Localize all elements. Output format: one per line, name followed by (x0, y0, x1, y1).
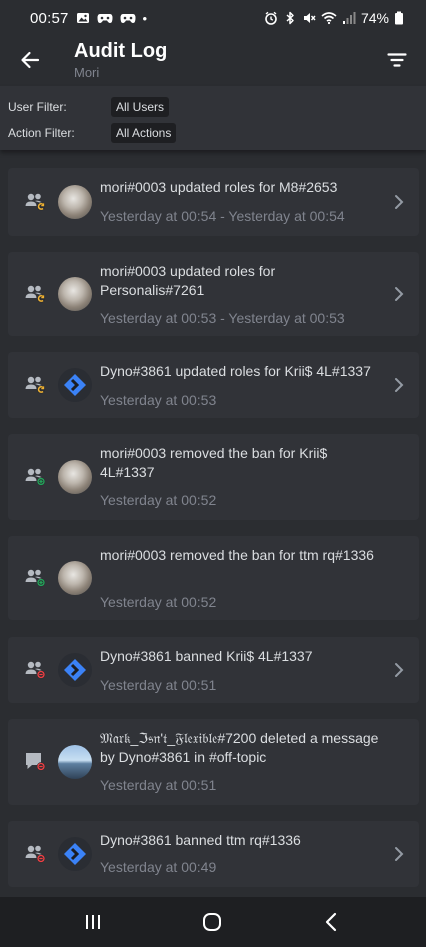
audit-log-entry[interactable]: Dyno#3861 banned ttm rq#1336 Yesterday a… (8, 821, 419, 887)
action-filter-label: Action Filter: (8, 126, 75, 140)
entry-description: Dyno#3861 banned ttm rq#1336 (100, 832, 301, 848)
status-bar: 00:57 • 74% (0, 0, 426, 36)
recent-apps-icon (86, 915, 100, 929)
role-update-icon (25, 285, 46, 303)
entry-description: mori#0003 removed the ban for ttm rq#133… (100, 547, 374, 563)
gallery-icon (76, 13, 89, 23)
status-dot: • (142, 10, 148, 26)
entry-timestamp: Yesterday at 00:54 - Yesterday at 00:54 (100, 208, 345, 224)
avatar (58, 185, 92, 219)
status-left: 00:57 • (30, 10, 147, 27)
wifi-icon (321, 12, 337, 25)
audit-log-entry: mori#0003 removed the ban for ttm rq#133… (8, 536, 419, 620)
entry-description: Dyno#3861 updated roles for Krii$ 4L#133… (100, 363, 371, 379)
avatar (58, 368, 92, 402)
action-filter-select[interactable]: All Actions (111, 123, 177, 143)
signal-icon (342, 12, 356, 24)
role-update-icon (25, 193, 46, 211)
avatar (58, 653, 92, 687)
entry-timestamp: Yesterday at 00:49 (100, 859, 217, 875)
entry-description: mori#0003 updated roles for Personalis#7… (100, 263, 276, 298)
entry-timestamp: Yesterday at 00:51 (100, 777, 217, 793)
bluetooth-icon (286, 11, 294, 25)
ban-icon (25, 845, 46, 863)
chevron-right-icon (395, 195, 404, 209)
recent-apps-button[interactable] (80, 909, 106, 935)
avatar (58, 561, 92, 595)
dyno-logo-icon (64, 374, 86, 396)
home-button[interactable] (199, 909, 225, 935)
message-delete-icon (26, 753, 46, 771)
audit-log-entry[interactable]: mori#0003 updated roles for M8#2653 Yest… (8, 168, 419, 236)
status-right: 74% (264, 10, 404, 26)
title-block: Audit Log Mori (74, 40, 167, 80)
ban-icon (25, 661, 46, 679)
battery-icon (395, 11, 403, 25)
entry-description: Dyno#3861 banned Krii$ 4L#1337 (100, 648, 313, 664)
alarm-icon (265, 11, 277, 25)
page-subtitle: Mori (74, 65, 100, 80)
entry-description: mori#0003 removed the ban for Krii$ 4L#1… (100, 445, 328, 480)
app-bar: Audit Log Mori (0, 36, 426, 86)
mute-icon (303, 13, 316, 23)
entry-description: 𝔐𝔞𝔯𝔨_ℑ𝔰𝔫'𝔱_𝔉𝔩𝔢𝔵𝔦𝔟𝔩𝔢#7200 deleted a messa… (100, 730, 379, 765)
unban-icon (25, 468, 46, 486)
entry-timestamp: Yesterday at 00:53 (100, 392, 217, 408)
user-filter-row: User Filter: All Users (8, 96, 170, 118)
chevron-right-icon (395, 663, 404, 677)
entry-timestamp: Yesterday at 00:52 (100, 492, 217, 508)
audit-log-entry[interactable]: Dyno#3861 banned Krii$ 4L#1337 Yesterday… (8, 637, 419, 703)
chevron-right-icon (395, 847, 404, 861)
chevron-right-icon (395, 287, 404, 301)
system-nav-bar (0, 897, 426, 947)
avatar (58, 460, 92, 494)
filters-panel: User Filter: All Users Action Filter: Al… (0, 86, 426, 150)
filter-icon (387, 53, 407, 67)
audit-log-entry[interactable]: mori#0003 updated roles for Personalis#7… (8, 252, 419, 336)
back-nav-button[interactable] (318, 909, 344, 935)
battery-percent: 74% (360, 10, 389, 26)
arrow-left-icon (21, 51, 40, 69)
audit-log-entry: 𝔐𝔞𝔯𝔨_ℑ𝔰𝔫'𝔱_𝔉𝔩𝔢𝔵𝔦𝔟𝔩𝔢#7200 deleted a messa… (8, 719, 419, 805)
entry-timestamp: Yesterday at 00:52 (100, 594, 217, 610)
back-button[interactable] (14, 44, 46, 76)
game-controller-icon (97, 14, 113, 23)
chevron-right-icon (395, 378, 404, 392)
chevron-left-icon (325, 912, 337, 932)
entry-timestamp: Yesterday at 00:53 - Yesterday at 00:53 (100, 310, 345, 326)
unban-icon (25, 569, 46, 587)
dyno-logo-icon (64, 659, 86, 681)
audit-log-entry: mori#0003 removed the ban for Krii$ 4L#1… (8, 434, 419, 520)
entry-timestamp: Yesterday at 00:51 (100, 677, 217, 693)
user-filter-label: User Filter: (8, 100, 67, 114)
status-time: 00:57 (30, 9, 69, 27)
page-title: Audit Log (74, 40, 168, 62)
entry-description: mori#0003 updated roles for M8#2653 (100, 179, 338, 195)
avatar (58, 837, 92, 871)
action-filter-row: Action Filter: All Actions (8, 122, 177, 144)
home-icon (203, 913, 221, 931)
audit-log-entry[interactable]: Dyno#3861 updated roles for Krii$ 4L#133… (8, 352, 419, 418)
game-controller-icon (120, 14, 136, 23)
avatar (58, 277, 92, 311)
filter-button[interactable] (382, 45, 412, 75)
dyno-logo-icon (64, 843, 86, 865)
role-update-icon (25, 376, 46, 394)
user-filter-select[interactable]: All Users (111, 97, 170, 117)
avatar (58, 745, 92, 779)
